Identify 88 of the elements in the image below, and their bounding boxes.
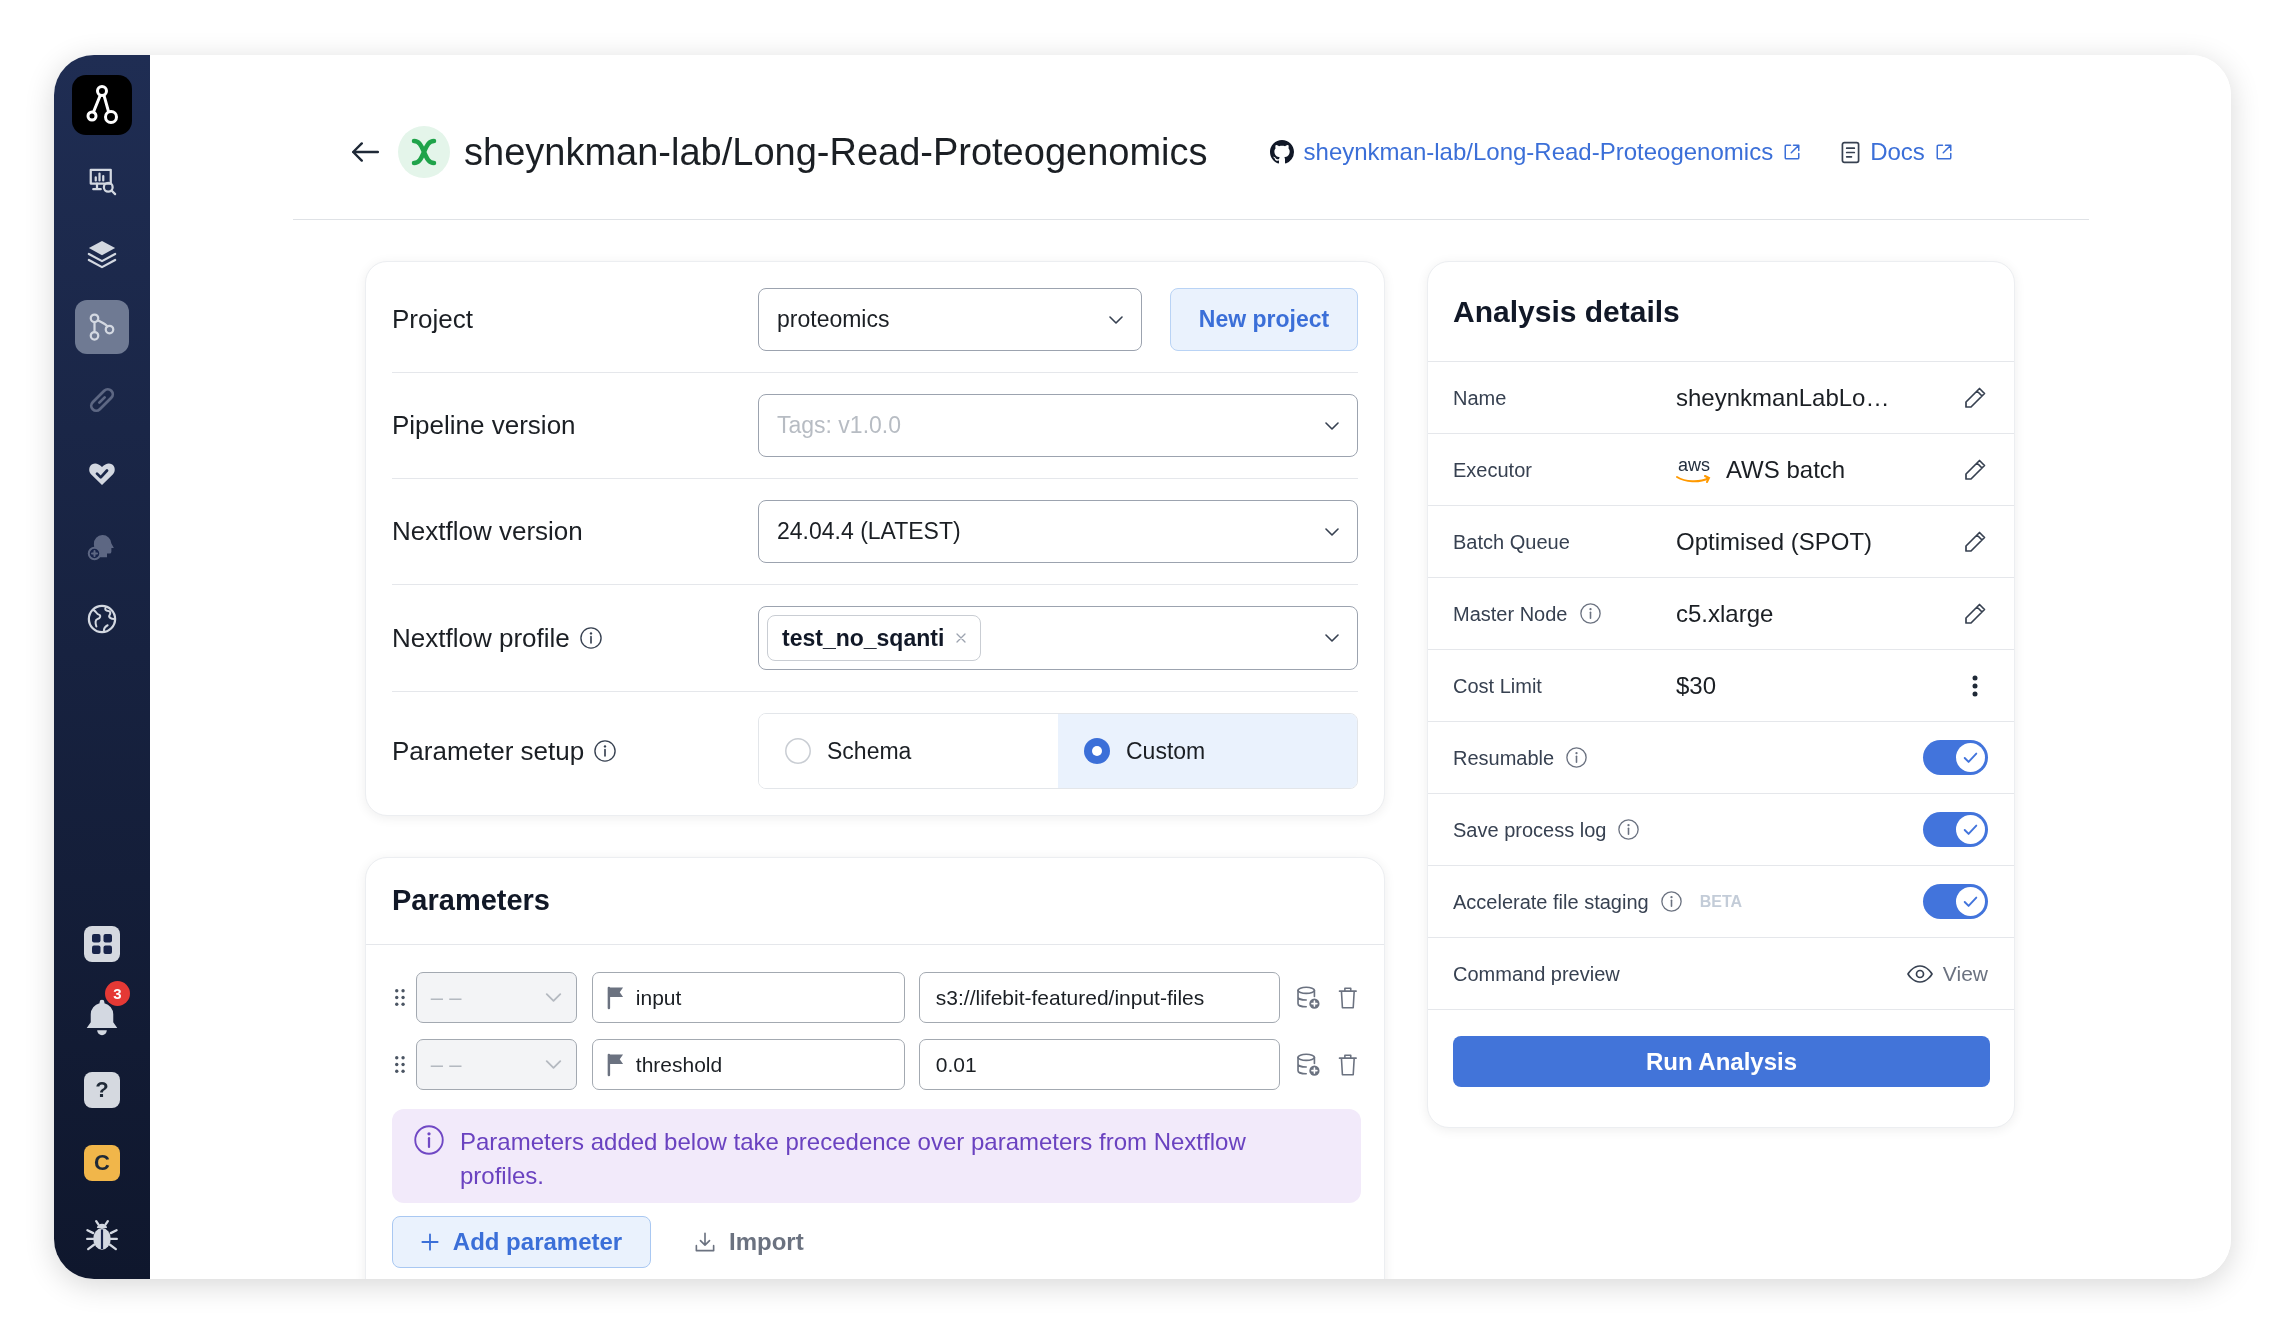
chevron-down-icon <box>1109 315 1123 324</box>
field-label: Nextflow profile <box>392 621 570 655</box>
chevron-down-icon <box>544 993 562 1002</box>
field-label: Nextflow version <box>392 515 583 548</box>
detail-value: c5.xlarge <box>1676 598 1774 629</box>
radio-button[interactable] <box>1084 738 1110 764</box>
trash-icon[interactable] <box>1338 985 1358 1010</box>
notification-badge: 3 <box>105 981 130 1006</box>
section-title: Analysis details <box>1453 294 1680 330</box>
new-project-button[interactable]: New project <box>1170 288 1358 351</box>
graph-logo-icon[interactable] <box>72 75 132 135</box>
pencil-icon[interactable] <box>1963 385 1987 410</box>
field-label: Parameter setup <box>392 734 585 768</box>
back-arrow-icon[interactable] <box>351 141 379 163</box>
github-icon <box>1269 140 1294 164</box>
executor-logo: aws <box>1676 456 1712 483</box>
toggle-knob-icon <box>1956 743 1985 772</box>
parameter-name-field[interactable]: input <box>591 972 905 1023</box>
detail-label: Cost Limit <box>1453 673 1542 699</box>
detail-label: Batch Queue <box>1453 529 1570 555</box>
chevron-down-icon <box>1325 527 1339 536</box>
info-icon <box>414 1125 444 1155</box>
detail-label: Executor <box>1453 457 1532 483</box>
database-add-icon[interactable] <box>1296 1052 1321 1077</box>
detail-label: Command preview <box>1453 961 1620 987</box>
sidebar-item[interactable] <box>75 300 129 354</box>
detail-label: Accelerate file staging <box>1453 889 1649 915</box>
toggle-knob-icon <box>1956 815 1985 844</box>
user-avatar[interactable]: C <box>84 1145 120 1181</box>
document-icon <box>1841 140 1861 164</box>
flag-icon <box>606 1052 624 1077</box>
parameter-value-field[interactable]: s3://lifebit-featured/input-files <box>918 972 1280 1023</box>
download-icon <box>695 1232 715 1252</box>
detail-value: AWS batch <box>1726 454 1846 485</box>
eye-icon <box>1906 964 1933 983</box>
pencil-icon[interactable] <box>1963 601 1987 626</box>
external-link-icon <box>1783 143 1802 161</box>
page-title: sheynkman-lab/Long-Read-Proteogenomics <box>464 133 1208 171</box>
dropdown-field[interactable]: 24.04.4 (LATEST) <box>758 500 1358 563</box>
flag-icon <box>606 985 624 1010</box>
help-button[interactable]: ? <box>84 1072 120 1108</box>
profile-select[interactable]: test_no_sqanti <box>758 606 1358 670</box>
detail-label: Name <box>1453 385 1507 411</box>
parameter-name-field[interactable]: threshold <box>591 1039 905 1090</box>
toggle-switch[interactable] <box>1923 740 1988 775</box>
trash-icon[interactable] <box>1338 1052 1358 1077</box>
view-link[interactable]: View <box>1906 957 1988 990</box>
detail-value: $30 <box>1676 670 1717 701</box>
parameter-value-field[interactable]: 0.01 <box>918 1039 1280 1090</box>
detail-label: Resumable <box>1453 745 1555 771</box>
database-add-icon[interactable] <box>1296 985 1321 1010</box>
chevron-down-icon <box>1325 421 1339 430</box>
repository-link[interactable]: sheynkman-lab/Long-Read-Proteogenomics <box>1303 140 1802 164</box>
radio-button[interactable] <box>785 738 811 764</box>
radio-option[interactable]: Custom <box>1058 714 1357 788</box>
toggle-knob-icon <box>1956 887 1985 916</box>
section-title: Parameters <box>392 883 550 919</box>
run-analysis-button[interactable]: Run Analysis <box>1453 1036 1990 1087</box>
detail-value: Optimised (SPOT) <box>1676 526 1873 557</box>
pipeline-logo-icon <box>398 126 450 178</box>
plus-icon <box>420 1233 439 1251</box>
beta-label: BETA <box>1699 891 1743 912</box>
drag-handle-icon[interactable] <box>395 1056 405 1073</box>
detail-value: sheynkmanLabLo… <box>1676 382 1890 413</box>
toggle-switch[interactable] <box>1923 884 1988 919</box>
field-label: Pipeline version <box>392 409 576 442</box>
detail-label: Master Node <box>1453 601 1568 627</box>
tag-label: test_no_sqanti <box>782 623 945 653</box>
field-label: Project <box>392 303 473 336</box>
bell-icon[interactable] <box>86 998 118 1036</box>
tag-chip[interactable]: test_no_sqanti <box>767 615 982 661</box>
dropdown-field[interactable]: proteomics <box>758 288 1142 351</box>
chevron-down-icon <box>544 1060 562 1069</box>
drag-handle-icon[interactable] <box>395 989 405 1006</box>
apps-grid-icon[interactable] <box>84 926 120 962</box>
toggle-switch[interactable] <box>1923 812 1988 847</box>
external-link-icon <box>1934 143 1953 161</box>
chevron-down-icon <box>1325 634 1339 642</box>
more-options-icon[interactable] <box>1972 674 1978 697</box>
add-parameter-button[interactable]: Add parameter <box>392 1216 651 1268</box>
bug-icon[interactable] <box>86 1219 118 1253</box>
pencil-icon[interactable] <box>1963 529 1987 554</box>
detail-label: Save process log <box>1453 817 1607 843</box>
import-button[interactable]: Import <box>695 1216 804 1268</box>
pencil-icon[interactable] <box>1963 457 1987 482</box>
docs-link[interactable]: Docs <box>1870 140 1953 164</box>
notice-text: Parameters added below take precedence over parameters from Nextflow profiles. <box>460 1127 1247 1191</box>
swoosh-drawing <box>1676 475 1712 483</box>
